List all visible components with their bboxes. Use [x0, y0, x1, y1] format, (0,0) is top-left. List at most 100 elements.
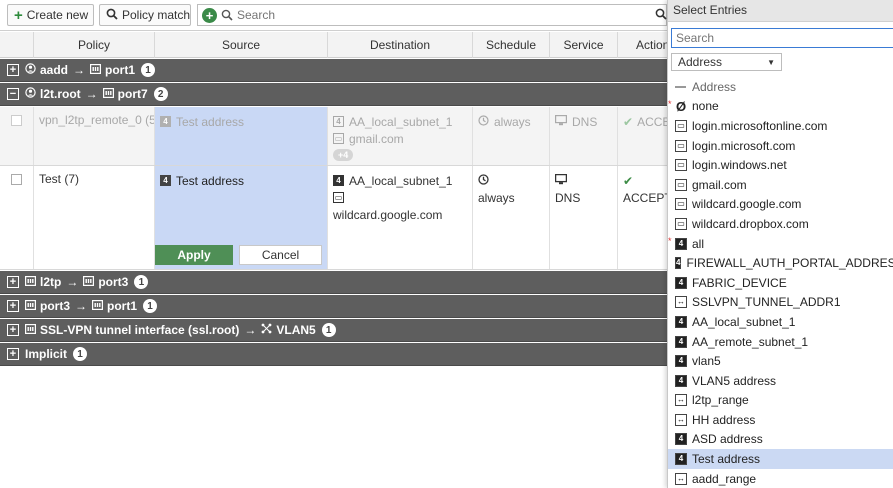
expand-icon[interactable]: + [7, 324, 19, 336]
port-icon [83, 275, 95, 289]
destination-cell[interactable]: 4 AA_local_subnet_1 ▭ gmail.com +4 [328, 107, 473, 165]
list-item-selected[interactable]: 4 Test address [668, 449, 893, 469]
list-item[interactable]: ↔ HH address [668, 410, 893, 430]
list-item[interactable]: ↔ aadd_range [668, 469, 893, 488]
policy-name: vpn_l2tp_remote_0 (5) [34, 107, 155, 165]
column-header-destination[interactable]: Destination [328, 32, 473, 58]
count-badge: 1 [143, 299, 157, 313]
policy-group-l2t-root-port7[interactable]: − l2t.root → port7 2 [0, 83, 667, 106]
table-row-policy-vpn-l2tp[interactable]: vpn_l2tp_remote_0 (5) 4 Test address 4 A… [0, 107, 667, 166]
policy-group-sslvpn-vlan5[interactable]: + SSL-VPN tunnel interface (ssl.root) → … [0, 319, 667, 342]
count-badge: 1 [73, 347, 88, 361]
add-filter-icon[interactable]: + [202, 7, 217, 23]
list-item[interactable]: ▭ login.microsoftonline.com [668, 116, 893, 136]
list-item[interactable]: ↔ SSLVPN_TUNNEL_ADDR1 [668, 293, 893, 313]
list-item[interactable]: 4 VLAN5 address [668, 371, 893, 391]
policy-group-l2tp-port3[interactable]: + l2tp → port3 1 [0, 271, 667, 294]
entries-search-input[interactable] [671, 28, 893, 48]
search-submit-icon[interactable] [655, 8, 667, 23]
check-icon: ✔ [623, 173, 634, 188]
fqdn-icon: ▭ [675, 159, 687, 172]
service-value: DNS [555, 190, 581, 205]
list-item[interactable]: * 4 all [668, 234, 893, 254]
list-item[interactable]: ▭ gmail.com [668, 175, 893, 195]
row-checkbox[interactable] [11, 115, 22, 126]
list-item[interactable]: 4 vlan5 [668, 351, 893, 371]
entry-type-select[interactable]: Address ▼ [671, 53, 782, 71]
range-icon: ↔ [675, 472, 687, 485]
arrow-right-icon: → [244, 323, 257, 337]
create-new-button[interactable]: + Create new [7, 4, 94, 26]
expand-icon[interactable]: + [7, 64, 19, 76]
list-item[interactable]: ↔ l2tp_range [668, 391, 893, 411]
port-icon [25, 323, 37, 337]
search-input[interactable] [237, 8, 637, 22]
policy-group-port3-port1[interactable]: + port3 → port1 1 [0, 295, 667, 318]
ipv4-icon: 4 [675, 315, 687, 328]
collapse-icon[interactable]: − [7, 88, 19, 100]
more-entries-badge[interactable]: +4 [333, 149, 354, 161]
create-new-label: Create new [26, 8, 89, 22]
list-item[interactable]: 4 FIREWALL_AUTH_PORTAL_ADDRESS [668, 253, 893, 273]
ipv4-icon: 4 [675, 433, 687, 446]
service-value: DNS [572, 114, 598, 129]
port-icon [90, 63, 102, 77]
policy-match-button[interactable]: Policy match [99, 4, 191, 26]
list-item[interactable]: 4 ASD address [668, 430, 893, 450]
range-icon: ↔ [675, 296, 687, 309]
apply-button[interactable]: Apply [155, 245, 233, 265]
column-header-service[interactable]: Service [550, 32, 618, 58]
expand-icon[interactable]: + [7, 300, 19, 312]
column-header-policy[interactable]: Policy [34, 32, 155, 58]
source-cell[interactable]: 4 Test address [155, 107, 328, 165]
fqdn-icon: ▭ [675, 139, 687, 152]
fqdn-icon: ▭ [675, 217, 687, 230]
arrow-right-icon: → [66, 275, 79, 289]
destination-entry: wildcard.google.com [333, 207, 443, 222]
service-cell: DNS [550, 166, 618, 269]
source-entry: Test address [176, 114, 245, 129]
table-row-policy-test[interactable]: Test (7) 4 Test address 4 AA_local_subne… [0, 166, 667, 270]
port-icon [92, 299, 104, 313]
expand-icon[interactable]: + [7, 348, 19, 360]
collapse-section-icon[interactable] [675, 85, 686, 88]
action-cell: ✔ ACCEPT [618, 166, 667, 269]
expand-icon[interactable]: + [7, 276, 19, 288]
list-item[interactable]: 4 AA_local_subnet_1 [668, 312, 893, 332]
list-item[interactable]: ▭ login.microsoft.com [668, 136, 893, 156]
ipv4-icon: 4 [675, 257, 682, 270]
user-interface-icon [25, 63, 36, 77]
list-item[interactable]: ▭ login.windows.net [668, 155, 893, 175]
destination-entry: AA_local_subnet_1 [349, 114, 453, 129]
list-item[interactable]: * Ø none [668, 97, 893, 117]
group-from: SSL-VPN tunnel interface (ssl.root) [40, 323, 240, 337]
policy-group-aadd-port1[interactable]: + aadd → port1 1 [0, 59, 667, 82]
action-value: ACCEPT [623, 190, 667, 205]
fqdn-address-icon: ▭ [333, 133, 344, 144]
destination-cell[interactable]: 4 AA_local_subnet_1 ▭ wildcard.google.co… [328, 166, 473, 269]
list-item[interactable]: 4 FABRIC_DEVICE [668, 273, 893, 293]
destination-entry: AA_local_subnet_1 [349, 173, 453, 188]
schedule-value: always [478, 190, 515, 205]
destination-entry: gmail.com [349, 131, 404, 146]
row-checkbox[interactable] [11, 174, 22, 185]
service-icon [554, 173, 568, 188]
cancel-button[interactable]: Cancel [239, 245, 322, 265]
list-item[interactable]: ▭ wildcard.dropbox.com [668, 214, 893, 234]
list-item[interactable]: ▭ wildcard.google.com [668, 195, 893, 215]
port-icon [25, 275, 37, 289]
ipv4-icon: 4 [675, 453, 687, 466]
group-from: Implicit [25, 347, 68, 361]
ipv4-icon: 4 [675, 374, 687, 387]
ipv4-icon: 4 [675, 276, 687, 289]
column-header-source[interactable]: Source [155, 32, 328, 58]
ipv4-icon: 4 [675, 335, 687, 348]
port-icon [25, 299, 37, 313]
column-header-action[interactable]: Action [618, 32, 667, 58]
search-icon [220, 8, 234, 22]
list-item[interactable]: 4 AA_remote_subnet_1 [668, 332, 893, 352]
policy-group-implicit[interactable]: + Implicit 1 [0, 343, 667, 366]
entries-list: Address * Ø none ▭ login.microsoftonline… [668, 77, 893, 488]
select-column-header [0, 32, 34, 58]
column-header-schedule[interactable]: Schedule [473, 32, 550, 58]
